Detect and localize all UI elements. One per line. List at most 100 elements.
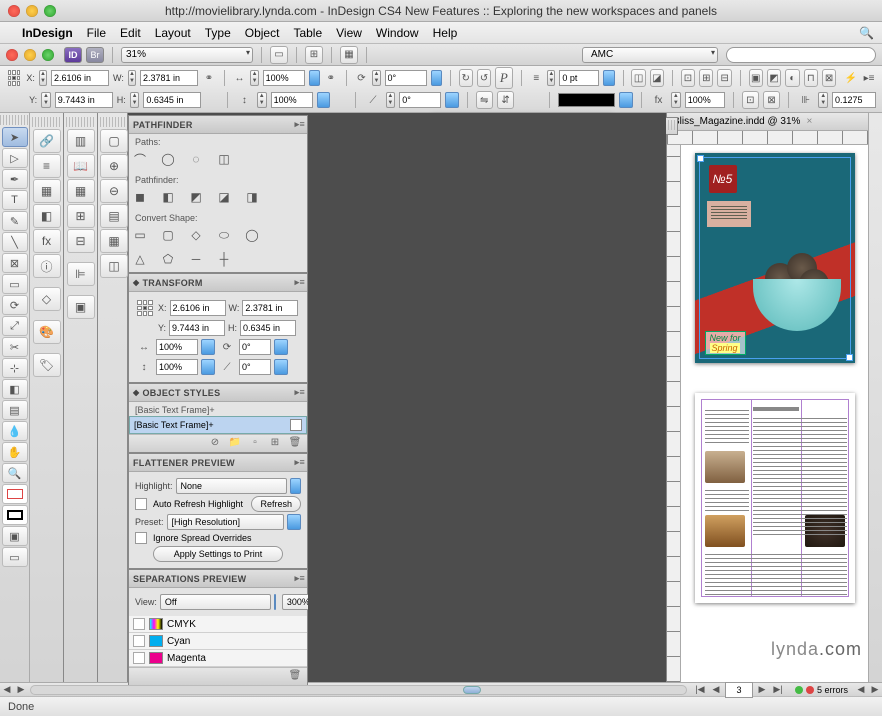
open-path-icon[interactable]: ◯	[157, 150, 179, 168]
minimize-window-button[interactable]	[26, 5, 38, 17]
page-number-input[interactable]	[725, 682, 753, 698]
aqua-dropdown[interactable]	[201, 339, 215, 355]
spread-area[interactable]: №5 New for Spring	[681, 145, 868, 682]
close-window-button[interactable]	[8, 5, 20, 17]
transform-h-input[interactable]	[240, 320, 296, 336]
book-panel-icon[interactable]: 📖	[67, 154, 95, 178]
panel-menu-icon[interactable]: ▸≡	[295, 387, 305, 398]
refresh-button[interactable]: Refresh	[251, 496, 301, 512]
arrange-docs-icon[interactable]: ▦	[340, 46, 358, 64]
menu-layout[interactable]: Layout	[155, 26, 191, 40]
object-style-row[interactable]: [Basic Text Frame]+	[129, 416, 307, 434]
rectangle-tool[interactable]: ▭	[2, 274, 28, 294]
convert-ellipse-icon[interactable]: ◯	[241, 226, 263, 244]
stroke-weight-input[interactable]	[559, 70, 599, 86]
w-input[interactable]	[140, 70, 198, 86]
fit-content-icon[interactable]: ⊡	[681, 69, 695, 87]
bridge-button[interactable]: Br	[86, 47, 104, 63]
x-stepper[interactable]: ▲▼	[39, 70, 47, 86]
vertical-scrollbar[interactable]	[868, 113, 882, 682]
help-search-input[interactable]	[726, 47, 876, 63]
fill-swatch[interactable]	[2, 484, 28, 504]
transform-scalex-input[interactable]	[156, 339, 198, 355]
transform-rotate-input[interactable]	[239, 339, 271, 355]
menu-table[interactable]: Table	[293, 26, 322, 40]
preflight-error-icon[interactable]	[806, 686, 814, 694]
rotate-input[interactable]	[385, 70, 427, 86]
flip-h-icon[interactable]: ⇋	[476, 91, 493, 109]
object-styles-panel-icon[interactable]: ▢	[100, 129, 128, 153]
stroke-stepper[interactable]: ▲▼	[547, 70, 555, 86]
clear-override-icon[interactable]: ⊘	[207, 437, 223, 451]
horizontal-ruler[interactable]	[667, 131, 868, 145]
collapse-icon[interactable]: ◆	[133, 388, 139, 397]
text-wrap-bounding-icon[interactable]: ◩	[767, 69, 781, 87]
h-input[interactable]	[143, 92, 201, 108]
new-folder-icon[interactable]: 📁	[227, 437, 243, 451]
page-spread[interactable]	[695, 393, 855, 603]
effects-icon[interactable]: fx	[650, 91, 667, 109]
aqua-dropdown[interactable]	[274, 339, 288, 355]
ink-checkbox[interactable]	[133, 618, 145, 630]
indesign-app-icon[interactable]: ID	[64, 47, 82, 63]
prev-spread-icon[interactable]: ◀	[709, 684, 723, 695]
last-spread-icon[interactable]: ▶|	[771, 684, 785, 695]
reverse-path-icon[interactable]: ◫	[213, 150, 235, 168]
spotlight-icon[interactable]: 🔍	[859, 26, 874, 40]
scale-x-input[interactable]	[263, 70, 305, 86]
menu-type[interactable]: Type	[205, 26, 231, 40]
stroke-dropdown[interactable]	[603, 70, 614, 86]
convert-triangle-icon[interactable]: △	[129, 250, 151, 268]
pf-add-icon[interactable]: ◼	[129, 188, 151, 206]
shear-input[interactable]	[399, 92, 441, 108]
hand-tool[interactable]: ✋	[2, 442, 28, 462]
reference-point-widget[interactable]	[6, 68, 22, 88]
hscroll-track[interactable]	[30, 685, 687, 695]
apply-to-print-button[interactable]: Apply Settings to Print	[153, 546, 283, 562]
note-tool[interactable]: ▤	[2, 400, 28, 420]
text-wrap-jump-icon[interactable]: ⊓	[804, 69, 818, 87]
auto-refresh-checkbox[interactable]	[135, 498, 147, 510]
ignore-overrides-checkbox[interactable]	[135, 532, 147, 544]
scale-y-input[interactable]	[271, 92, 313, 108]
view-select[interactable]	[160, 594, 271, 610]
zoom-tool[interactable]: 🔍	[2, 463, 28, 483]
menu-object[interactable]: Object	[245, 26, 280, 40]
panel-menu-icon[interactable]: ▸≡	[295, 277, 305, 288]
transform-scaley-input[interactable]	[156, 359, 198, 375]
gradient-panel-icon[interactable]: ◧	[33, 204, 61, 228]
bookmarks-panel-icon[interactable]: ⊖	[100, 179, 128, 203]
wrap-panel-icon[interactable]: ▣	[67, 295, 95, 319]
fill-frame-icon[interactable]: ⊠	[763, 91, 780, 109]
pasteboard[interactable]	[308, 113, 666, 682]
free-transform-tool[interactable]: ⊹	[2, 358, 28, 378]
rotate-dropdown[interactable]	[431, 70, 442, 86]
layers-panel-icon[interactable]: ◇	[33, 287, 61, 311]
swatches-panel-icon[interactable]: ▦	[33, 179, 61, 203]
menu-edit[interactable]: Edit	[120, 26, 141, 40]
w-stepper[interactable]: ▲▼	[128, 70, 136, 86]
select-content-icon[interactable]: ◪	[650, 69, 664, 87]
text-wrap-none-icon[interactable]: ⊠	[822, 69, 836, 87]
rotate-tool[interactable]: ⟳	[2, 295, 28, 315]
ink-checkbox[interactable]	[133, 635, 145, 647]
rectangle-frame-tool[interactable]: ⊠	[2, 253, 28, 273]
ink-row[interactable]: Cyan	[129, 633, 307, 650]
document-tab[interactable]: Bliss_Magazine.indd @ 31% ×	[667, 113, 868, 131]
type-tool[interactable]: T	[2, 190, 28, 210]
selection-tool[interactable]: ➤	[2, 127, 28, 147]
cover-tagline[interactable]: New for Spring	[705, 331, 746, 355]
scroll-right-icon[interactable]: ▶	[14, 684, 28, 695]
next-spread-icon[interactable]: ▶	[755, 684, 769, 695]
convert-polygon-icon[interactable]: ⬠	[157, 250, 179, 268]
hyperlinks-panel-icon[interactable]: ⊕	[100, 154, 128, 178]
panel-menu-icon[interactable]: ▸≡	[295, 573, 305, 584]
effects-panel-icon[interactable]: fx	[33, 229, 61, 253]
fit-prop-icon[interactable]: ⊡	[742, 91, 759, 109]
scalex-stepper[interactable]: ▲▼	[250, 70, 258, 86]
convert-line-icon[interactable]: ─	[185, 250, 207, 268]
cell-styles-panel-icon[interactable]: ⊞	[67, 204, 95, 228]
menu-window[interactable]: Window	[376, 26, 419, 40]
stroke-swatch[interactable]	[2, 505, 28, 525]
delete-icon[interactable]: 🗑	[287, 437, 303, 451]
